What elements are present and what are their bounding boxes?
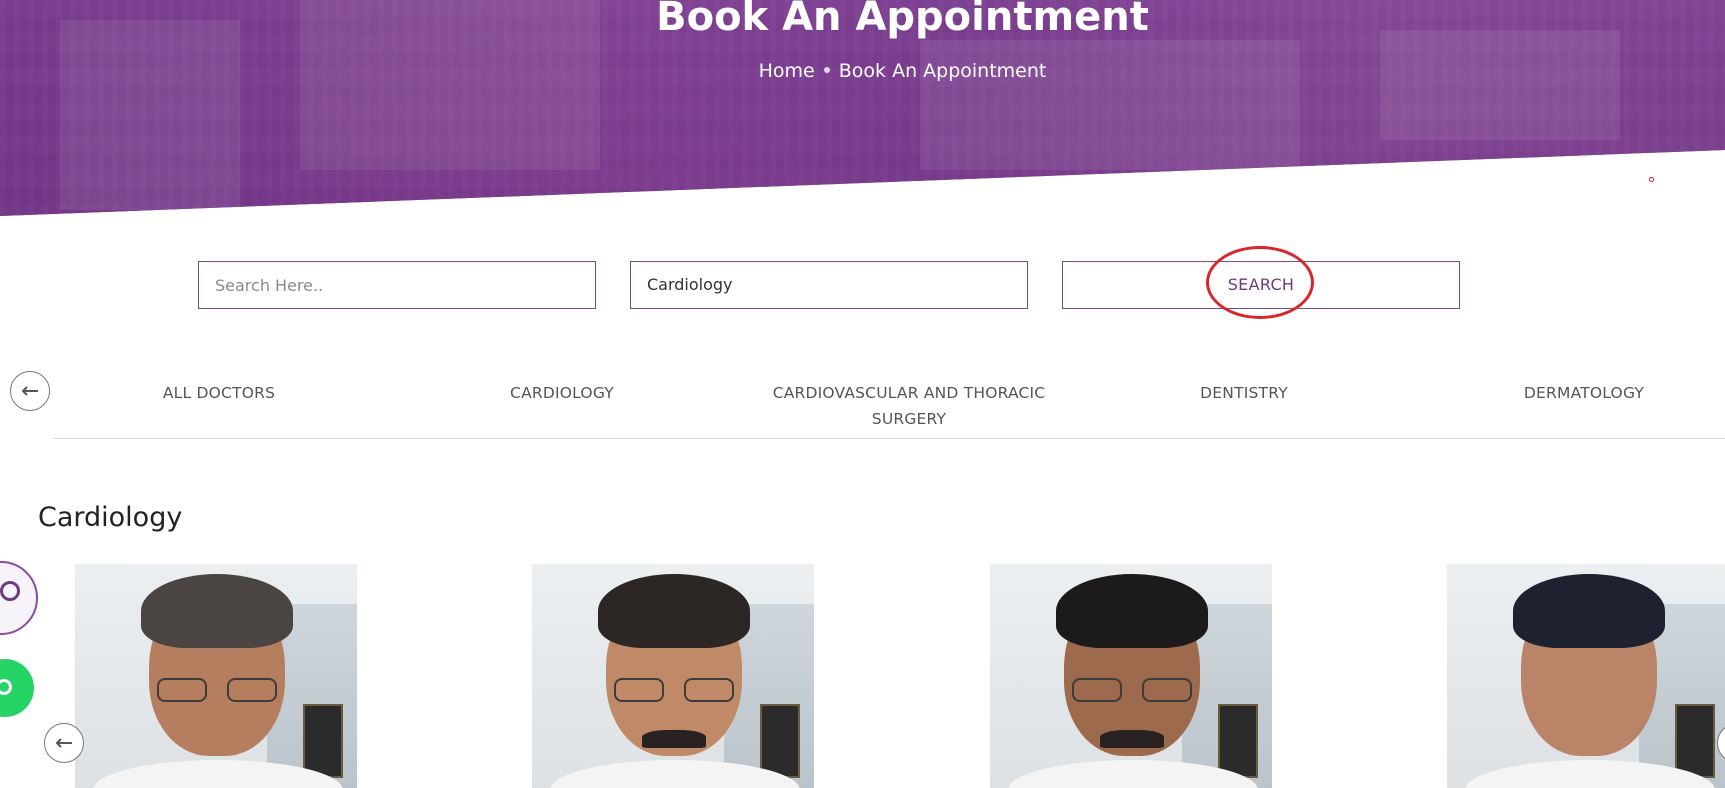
doctor-moustache [1100,730,1164,748]
doctor-moustache [642,730,706,748]
photo-background-frame [760,704,800,778]
doctor-card-photo[interactable] [75,564,357,788]
breadcrumb-separator-icon [823,66,830,73]
carousel-prev-button[interactable] [44,723,84,763]
doctor-hair [598,574,750,648]
doctor-card-photo[interactable] [1447,564,1725,788]
whatsapp-icon[interactable] [0,659,34,717]
breadcrumb-current: Book An Appointment [838,60,1047,82]
breadcrumb-home-link[interactable]: Home [759,60,815,82]
tabs-prev-button[interactable] [10,371,50,411]
doctor-hair [1056,574,1208,648]
doctor-hair [1513,574,1665,648]
marker-dot [1649,177,1654,182]
doctor-hair [141,574,293,648]
section-title: Cardiology [38,502,183,533]
doctor-card-photo[interactable] [990,564,1272,788]
brand-logo-mark [0,581,20,601]
hero-building-shape [60,20,240,210]
hero-building-shape [1380,30,1620,140]
tab-dermatology[interactable]: DERMATOLOGY [1519,380,1649,406]
arrow-left-icon [55,738,72,748]
photo-background-frame [1218,704,1258,778]
tab-dentistry[interactable]: DENTISTRY [1189,380,1299,406]
breadcrumb: Home Book An Appointment [0,60,1725,82]
tab-cardiology[interactable]: CARDIOLOGY [492,380,632,406]
tab-cardiovascular-thoracic-surgery[interactable]: CARDIOVASCULAR AND THORACIC SURGERY [764,380,1054,432]
tab-all-doctors[interactable]: ALL DOCTORS [149,380,289,406]
photo-background-frame [1675,704,1715,778]
search-button[interactable]: SEARCH [1062,261,1460,309]
doctor-glasses [614,678,734,704]
photo-background-frame [303,704,343,778]
brand-logo[interactable] [0,561,38,635]
doctor-glasses [157,678,277,704]
specialty-select[interactable]: Cardiology [630,261,1028,309]
search-input[interactable] [198,261,596,309]
category-tabs: ALL DOCTORS CARDIOLOGY CARDIOVASCULAR AN… [54,370,1725,439]
page-title: Book An Appointment [656,0,1149,40]
hero-banner: Book An Appointment Home Book An Appointm… [0,0,1725,216]
doctor-glasses [1072,678,1192,704]
doctor-card-photo[interactable] [532,564,814,788]
arrow-left-icon [21,386,38,396]
